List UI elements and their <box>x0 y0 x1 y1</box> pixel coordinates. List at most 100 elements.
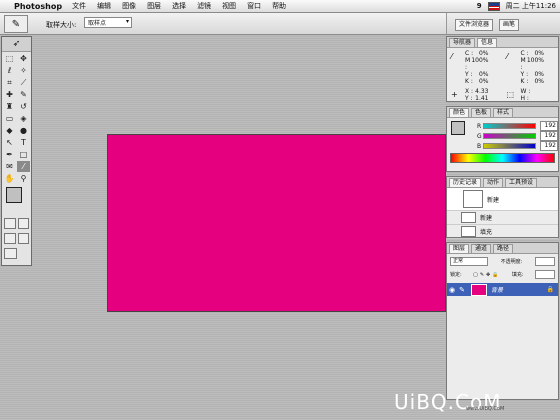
menu-select[interactable]: 选择 <box>172 1 186 11</box>
info-value: 1.41 <box>475 95 489 102</box>
lock-icons[interactable]: ▢✎✥🔒 <box>473 272 500 278</box>
menu-layer[interactable]: 图层 <box>147 1 161 11</box>
tab-brushes[interactable]: 画笔 <box>499 19 520 31</box>
tab-actions[interactable]: 动作 <box>483 178 504 187</box>
zoom-tool-icon[interactable]: ⚲ <box>17 173 30 184</box>
history-item-icon <box>461 226 476 237</box>
history-snapshot[interactable]: 新建 <box>447 188 558 211</box>
green-value-field[interactable]: 192 <box>540 131 558 141</box>
toolbox: ➶ ⬚ ✥ ℓ ✧ ⌗ ⟋ ✚ ✎ ♜ ↺ ▭ ◈ ◆ ● ↖ T ✒ □ ✉ … <box>1 36 32 266</box>
red-slider[interactable]: R 192 <box>447 121 558 131</box>
menu-edit[interactable]: 编辑 <box>97 1 111 11</box>
marquee-tool-icon[interactable]: ⬚ <box>3 53 16 64</box>
info-value: 0% <box>534 50 544 57</box>
input-flag-icon[interactable] <box>487 1 500 11</box>
eyedropper-preset-icon[interactable]: ✎ <box>4 15 28 33</box>
info-value: 4.33 <box>475 88 489 95</box>
eye-icon[interactable]: ◉ <box>447 286 457 294</box>
layer-thumbnail <box>471 283 487 296</box>
history-item-label: 填充 <box>480 229 493 236</box>
eraser-tool-icon[interactable]: ▭ <box>3 113 16 124</box>
notes-tool-icon[interactable]: ✉ <box>3 161 16 172</box>
green-track[interactable] <box>482 133 537 139</box>
feather-logo-icon[interactable]: ➶ <box>2 37 31 52</box>
info-value: 100% <box>526 57 544 64</box>
palette-well: 文件浏览器 画笔 <box>446 13 560 35</box>
color-swatches <box>4 187 30 213</box>
info-panel: 导航器 信息 ⁄ C :0% M :100% Y :0% K :0% ⁄ C :… <box>446 36 559 102</box>
blur-tool-icon[interactable]: ◆ <box>3 125 16 136</box>
tab-swatches[interactable]: 色板 <box>471 108 492 117</box>
pen-tool-icon[interactable]: ✒ <box>3 149 16 160</box>
info-label: C : <box>465 50 474 57</box>
tab-paths[interactable]: 路径 <box>493 244 514 253</box>
menu-window[interactable]: 窗口 <box>247 1 261 11</box>
tab-layers[interactable]: 图层 <box>449 244 470 253</box>
healing-brush-tool-icon[interactable]: ✚ <box>3 89 16 100</box>
blue-value-field[interactable]: 192 <box>540 141 558 151</box>
menu-view[interactable]: 视图 <box>222 1 236 11</box>
type-tool-icon[interactable]: T <box>17 137 30 148</box>
info-value: 0% <box>478 50 489 57</box>
history-item[interactable]: 填充 <box>447 225 558 239</box>
move-tool-icon[interactable]: ✥ <box>17 53 30 64</box>
hand-tool-icon[interactable]: ✋ <box>3 173 16 184</box>
crop-tool-icon[interactable]: ⌗ <box>3 77 16 88</box>
tab-styles[interactable]: 样式 <box>493 108 514 117</box>
blue-slider[interactable]: B 192 <box>447 141 558 151</box>
tab-color[interactable]: 颜色 <box>449 108 470 117</box>
tab-navigator[interactable]: 导航器 <box>449 38 476 47</box>
shape-tool-icon[interactable]: □ <box>17 149 30 160</box>
blend-mode-select[interactable]: 正常 <box>450 257 488 266</box>
brush-tool-icon[interactable]: ✎ <box>17 89 30 100</box>
brush-link-icon[interactable]: ✎ <box>457 286 467 294</box>
watermark-url: www.UiBQ.CoM <box>466 406 505 412</box>
snapshot-thumbnail <box>463 190 483 208</box>
lasso-tool-icon[interactable]: ℓ <box>3 65 16 76</box>
history-brush-tool-icon[interactable]: ↺ <box>17 101 30 112</box>
foreground-color-swatch[interactable] <box>6 187 22 203</box>
screen-mode-full-button[interactable] <box>4 248 17 259</box>
info-label: X : <box>465 88 474 95</box>
green-slider[interactable]: G 192 <box>447 131 558 141</box>
snapshot-label: 新建 <box>487 196 500 204</box>
menu-bar: Photoshop 文件 编辑 图像 图层 选择 滤镜 视图 窗口 帮助 9 周… <box>0 0 560 13</box>
stamp-tool-icon[interactable]: ♜ <box>3 101 16 112</box>
info-value: 0% <box>534 78 544 85</box>
tab-info[interactable]: 信息 <box>477 38 498 47</box>
layer-row-background[interactable]: ◉ ✎ 背景 🔒 <box>447 283 558 296</box>
fill-field[interactable] <box>534 270 555 279</box>
tab-tool-presets[interactable]: 工具预设 <box>505 178 538 187</box>
eyedropper-tool-icon[interactable]: ⁄ <box>17 161 30 172</box>
standard-mode-button[interactable] <box>4 218 16 229</box>
tab-channels[interactable]: 通道 <box>471 244 492 253</box>
red-value-field[interactable]: 192 <box>540 121 558 131</box>
menu-file[interactable]: 文件 <box>72 1 86 11</box>
opacity-label: 不透明度: <box>500 259 523 265</box>
blue-track[interactable] <box>482 143 537 149</box>
path-select-tool-icon[interactable]: ↖ <box>3 137 16 148</box>
screen-mode-standard-button[interactable] <box>4 233 16 244</box>
paint-bucket-tool-icon[interactable]: ◈ <box>17 113 30 124</box>
info-label: Y : <box>520 71 529 78</box>
document-canvas[interactable] <box>107 134 446 312</box>
menu-filter[interactable]: 滤镜 <box>197 1 211 11</box>
tab-file-browser[interactable]: 文件浏览器 <box>455 19 494 31</box>
screen-mode-full-menu-button[interactable] <box>17 233 29 244</box>
history-item-label: 新建 <box>480 215 493 222</box>
magic-wand-tool-icon[interactable]: ✧ <box>17 65 30 76</box>
app-menu[interactable]: Photoshop <box>14 2 62 11</box>
menu-help[interactable]: 帮助 <box>272 1 286 11</box>
quickmask-mode-button[interactable] <box>17 218 29 229</box>
menu-image[interactable]: 图像 <box>122 1 136 11</box>
dodge-tool-icon[interactable]: ● <box>17 125 30 136</box>
status-glyph[interactable]: 9 <box>477 2 482 10</box>
tab-history[interactable]: 历史记录 <box>449 178 482 187</box>
color-spectrum-bar[interactable] <box>450 153 555 163</box>
clock[interactable]: 周二 上午11:26 <box>506 1 556 11</box>
red-track[interactable] <box>482 123 537 129</box>
sample-size-select[interactable]: 取样点 ▾ <box>84 17 132 28</box>
history-item[interactable]: 新建 <box>447 211 558 225</box>
opacity-field[interactable] <box>535 257 555 266</box>
slice-tool-icon[interactable]: ⟋ <box>17 77 30 88</box>
